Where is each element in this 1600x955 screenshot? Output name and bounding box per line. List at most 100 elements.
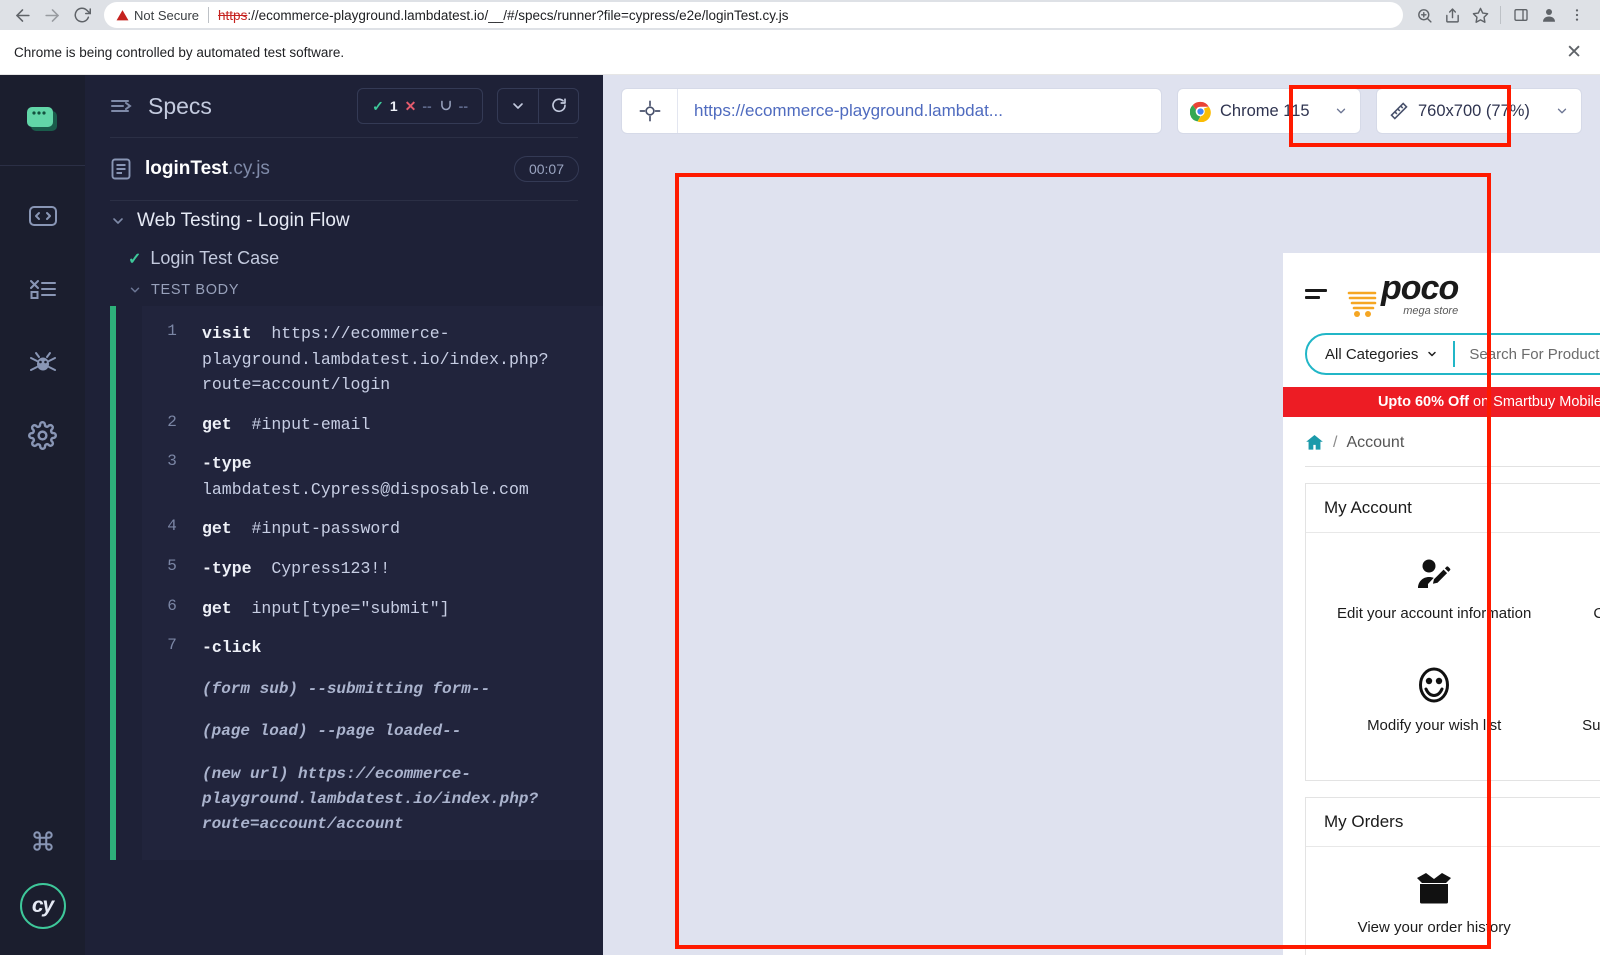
my-account-card: My Account Edit your [1305,483,1600,781]
promo-strong: Upto 60% Off [1378,394,1469,410]
url-text: ://ecommerce-playground.lambdatest.io/__… [247,8,788,23]
chevron-down-icon[interactable] [128,283,142,297]
chevron-down-icon[interactable] [110,213,126,229]
rail-nav [23,166,63,455]
test-status-bar [110,306,116,860]
aut-url-bar[interactable]: https://ecommerce-playground.lambdat... [621,88,1162,134]
check-icon: ✓ [128,249,141,269]
app-under-test-frame: poco mega store [1283,253,1600,955]
chrome-logo-icon [1190,101,1211,122]
my-account-tiles: Edit your account information Change you… [1306,533,1600,780]
tile-downloads[interactable]: Downloads [1552,867,1600,939]
test-row[interactable]: ✓ Login Test Case [110,241,603,276]
settings-gear-icon[interactable] [23,415,63,455]
my-orders-tiles: View your order history [1306,847,1600,955]
stat-passed-value: 1 [390,98,398,114]
tile-change-password[interactable]: Change your password [1552,553,1600,647]
security-label: Not Secure [134,8,199,23]
reload-icon[interactable] [68,1,96,29]
chevron-down-icon[interactable] [498,89,538,123]
restart-icon[interactable] [538,89,578,123]
pending-icon [439,99,453,113]
breadcrumb-current: Account [1346,434,1404,452]
promo-banner[interactable]: Upto 60% Off on Smartbuy Mobile Accessor… [1283,387,1600,417]
command-number: 1 [142,321,202,340]
stat-failed: ✕ -- [405,98,432,115]
suite-title: Web Testing - Login Flow [137,210,350,232]
browser-name: Chrome 115 [1220,102,1310,121]
viewport-selector[interactable]: 760x700 (77%) [1376,88,1582,134]
forward-arrow-icon[interactable] [38,1,66,29]
command-text: -type lambdatest.Cypress@disposable.com [202,451,589,502]
star-icon[interactable] [1467,2,1493,28]
cypress-brand-badge[interactable]: cy [20,883,66,929]
reporter-header: Specs ✓ 1 ✕ -- -- [85,75,603,137]
profile-avatar-icon[interactable] [1536,2,1562,28]
specs-icon[interactable] [23,196,63,236]
command-name: -click [202,638,261,657]
test-body-row[interactable]: TEST BODY [110,276,603,306]
breadcrumb-separator: / [1333,434,1337,452]
command-number: 2 [142,412,202,431]
poco-store: poco mega store [1283,253,1600,955]
tile-label: Subscribe / unsubscribe to newsletter [1564,715,1600,759]
chevron-down-icon[interactable] [1334,104,1348,118]
specs-arrow-icon[interactable] [110,96,134,116]
cypress-reporter-panel: Specs ✓ 1 ✕ -- -- [85,75,603,955]
my-orders-card: My Orders View your order history [1305,797,1600,955]
command-text: get input[type="submit"] [202,596,589,622]
zoom-icon[interactable] [1411,2,1437,28]
suite-row[interactable]: Web Testing - Login Flow [110,201,603,241]
edit-user-icon [1415,553,1453,591]
command-name: get [202,599,232,618]
command-row[interactable]: 2 get #input-email [142,405,603,445]
share-icon[interactable] [1439,2,1465,28]
omnibox-divider [208,7,209,23]
command-arg: Cypress123!! [271,559,390,578]
search-input[interactable]: Search For Products [1455,346,1600,363]
category-select[interactable]: All Categories [1307,346,1453,363]
command-text: -type Cypress123!! [202,556,589,582]
command-row[interactable]: 5 -type Cypress123!! [142,549,603,589]
three-dot-menu-icon[interactable] [1564,2,1590,28]
command-key-icon[interactable] [23,821,63,861]
command-row[interactable]: 3 -type lambdatest.Cypress@disposable.co… [142,444,603,509]
command-text: get #input-email [202,412,589,438]
command-number: 5 [142,556,202,575]
command-name: -type [202,559,252,578]
test-tree: Web Testing - Login Flow ✓ Login Test Ca… [85,201,603,860]
home-icon[interactable] [1305,433,1324,452]
command-number: 3 [142,451,202,470]
runs-icon[interactable] [23,269,63,309]
tile-label: Change your password [1593,603,1600,625]
command-log-entry: (page load) --page loaded-- [142,710,603,753]
command-row[interactable]: 1 visit https://ecommerce-playground.lam… [142,314,603,405]
command-number: 4 [142,516,202,535]
chevron-down-icon[interactable] [1555,104,1569,118]
close-icon[interactable]: ✕ [1566,43,1582,62]
debug-bug-icon[interactable] [23,342,63,382]
poco-logo[interactable]: poco mega store [1345,271,1458,317]
selector-playground-icon[interactable] [622,89,678,133]
command-text: -click [202,635,589,661]
test-title: Login Test Case [150,248,279,269]
url-scheme: https [218,8,247,23]
tile-wish-list[interactable]: Modify your wish list [1316,665,1552,759]
command-row[interactable]: 6 get input[type="submit"] [142,589,603,629]
tile-newsletter[interactable]: Subscribe / unsubscribe to newsletter [1552,665,1600,759]
command-row[interactable]: 4 get #input-password [142,509,603,549]
cypress-window-logo[interactable] [0,75,85,165]
category-select-label: All Categories [1325,346,1418,363]
spec-file-row[interactable]: loginTest.cy.js 00:07 [85,138,603,200]
hamburger-menu-icon[interactable] [1305,289,1327,299]
tile-edit-account[interactable]: Edit your account information [1316,553,1552,647]
page-title: Specs [148,93,343,120]
product-search-bar[interactable]: All Categories Search For Products [1305,333,1600,375]
browser-selector[interactable]: Chrome 115 [1177,88,1361,134]
back-arrow-icon[interactable] [8,1,36,29]
command-row[interactable]: 7 -click [142,628,603,668]
address-bar[interactable]: Not Secure https://ecommerce-playground.… [104,2,1403,28]
spec-file-icon [110,157,132,181]
side-panel-icon[interactable] [1508,2,1534,28]
tile-order-history[interactable]: View your order history [1316,867,1552,939]
